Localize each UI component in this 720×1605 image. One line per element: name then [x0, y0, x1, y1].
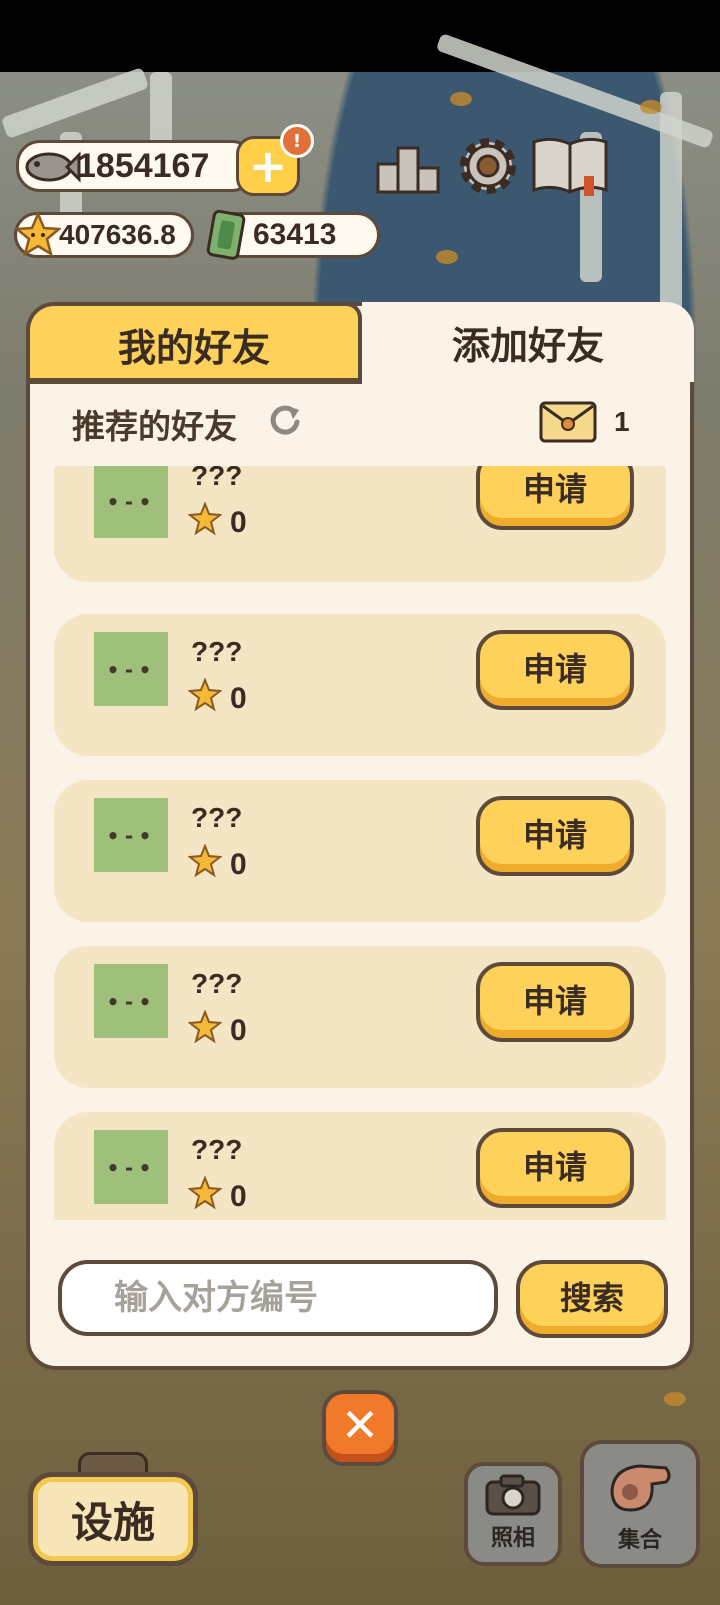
gather-label: 集合	[617, 1528, 662, 1553]
friend-score: 0	[230, 1180, 247, 1213]
friend-name: ???	[191, 1134, 243, 1165]
gather-button[interactable]: 集合	[580, 1440, 700, 1568]
settings-button[interactable]	[456, 134, 520, 198]
book-icon	[532, 137, 608, 196]
mail-icon[interactable]	[538, 400, 598, 444]
ranking-button[interactable]	[376, 140, 440, 196]
friend-score: 0	[230, 506, 247, 539]
ticket-counter: 63413	[206, 209, 380, 260]
whistle-icon	[610, 1464, 671, 1512]
list-item: •-• ??? 0 申请	[54, 1112, 666, 1220]
alert-badge: !	[280, 124, 314, 158]
apply-button[interactable]: 申请	[476, 1128, 634, 1208]
tab-add-friends[interactable]: 添加好友	[362, 302, 694, 382]
friend-score: 0	[230, 682, 247, 715]
friend-name: ???	[191, 636, 243, 667]
camera-icon	[485, 1474, 541, 1516]
star-count: 407636.8	[59, 219, 176, 250]
mail-count: 1	[614, 406, 630, 437]
apply-button[interactable]: 申请	[476, 796, 634, 876]
list-item: •-• ??? 0 申请	[54, 946, 666, 1088]
fish-count: 1854167	[77, 146, 210, 185]
guide-book-button[interactable]	[530, 134, 610, 198]
friend-id-input[interactable]	[58, 1260, 498, 1336]
photo-button[interactable]: 照相	[464, 1462, 562, 1566]
refresh-icon[interactable]	[268, 402, 302, 436]
avatar: •-•	[94, 964, 168, 1038]
friend-score: 0	[230, 848, 247, 881]
section-title: 推荐的好友	[72, 407, 237, 446]
star-icon	[188, 678, 222, 712]
tab-my-friends[interactable]: 我的好友	[26, 302, 362, 382]
search-button[interactable]: 搜索	[516, 1260, 668, 1338]
star-icon	[15, 211, 61, 257]
avatar: •-•	[94, 632, 168, 706]
apply-button[interactable]: 申请	[476, 630, 634, 710]
ticket-icon	[206, 209, 246, 260]
star-icon	[188, 1176, 222, 1210]
apply-button[interactable]: 申请	[476, 962, 634, 1042]
friend-name: ???	[191, 968, 243, 999]
star-icon	[188, 502, 222, 536]
list-item: •-• ??? 0 申请	[54, 780, 666, 922]
avatar: •-•	[94, 466, 168, 538]
close-button[interactable]: ✕	[322, 1390, 398, 1466]
star-icon	[188, 1010, 222, 1044]
status-bar	[0, 0, 720, 72]
star-icon	[188, 844, 222, 878]
apply-button[interactable]: 申请	[476, 466, 634, 530]
facility-button[interactable]: 设施	[28, 1472, 198, 1566]
star-counter: 407636.8	[14, 211, 194, 258]
friend-score: 0	[230, 1014, 247, 1047]
friend-name: ???	[191, 466, 243, 491]
list-item: •-• ??? 0 申请	[54, 466, 666, 582]
close-icon: ✕	[340, 1398, 380, 1452]
ticket-count: 63413	[253, 218, 337, 251]
avatar: •-•	[94, 798, 168, 872]
tab-divider	[26, 378, 362, 384]
avatar: •-•	[94, 1130, 168, 1204]
friend-list[interactable]: •-• ??? 0 申请 •-• ??? 0 申请 •-• ??? 0 申请 •…	[54, 466, 666, 1220]
list-item: •-• ??? 0 申请	[54, 614, 666, 756]
friend-name: ???	[191, 802, 243, 833]
fish-counter: 1854167	[16, 140, 256, 192]
gear-icon	[460, 138, 516, 194]
photo-label: 照相	[490, 1526, 535, 1551]
fish-icon	[25, 151, 81, 183]
ranking-icon	[376, 146, 440, 194]
